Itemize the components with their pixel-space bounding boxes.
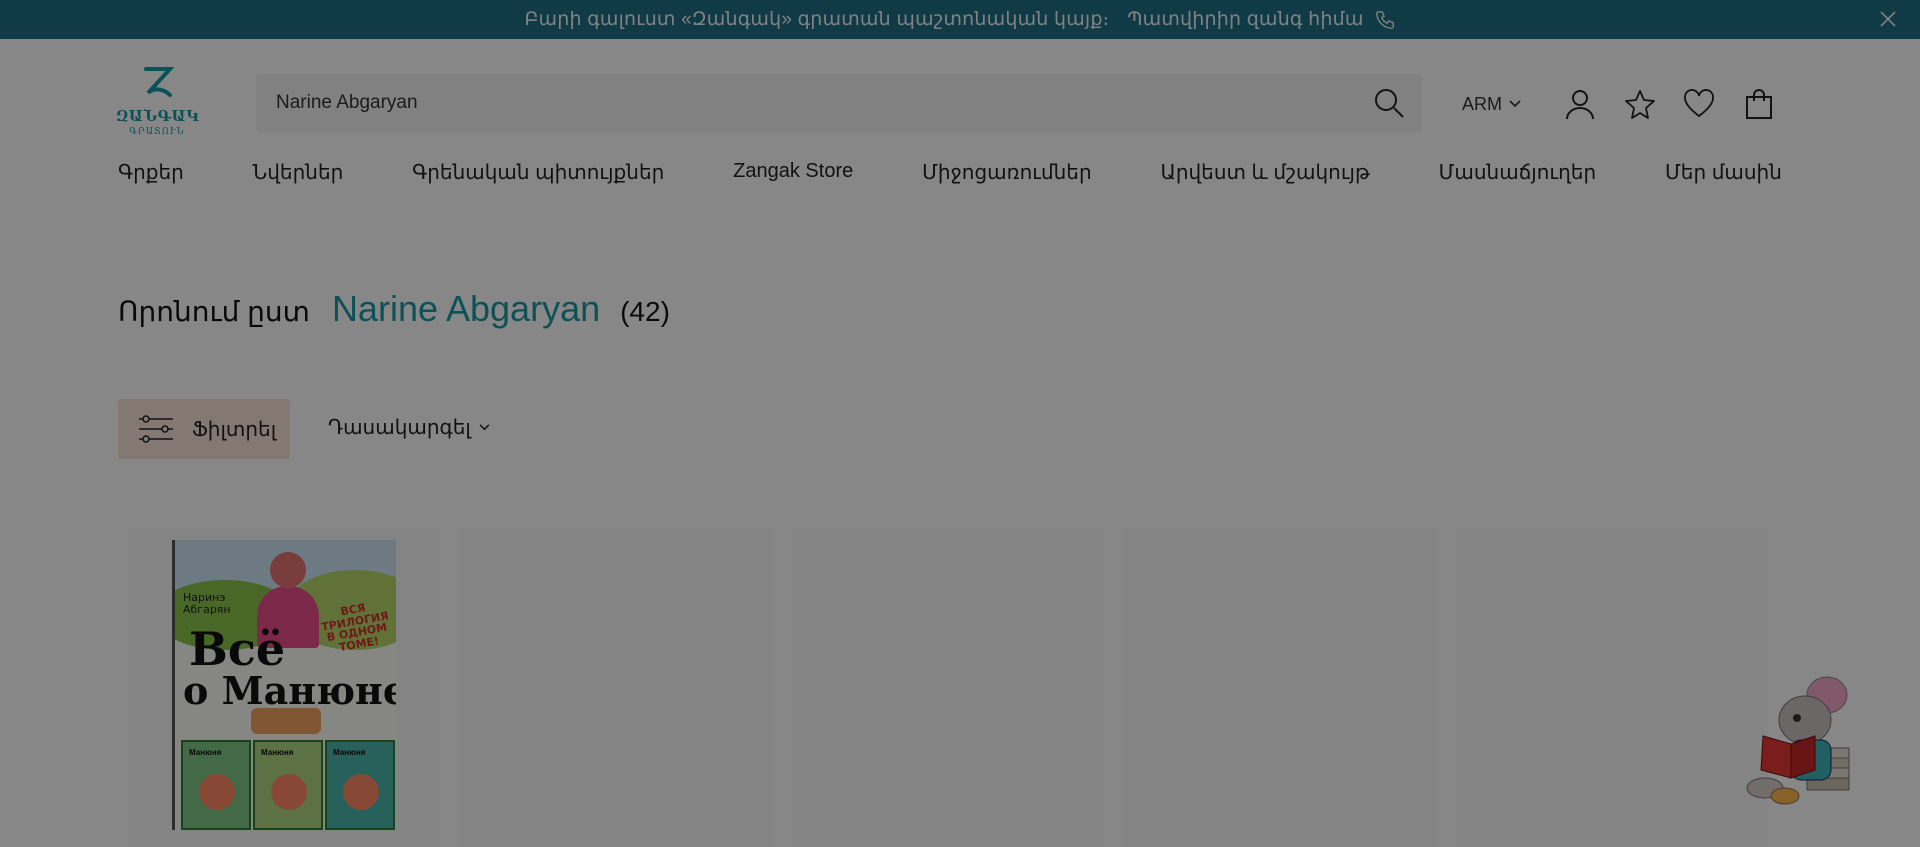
user-icon [1566, 90, 1594, 120]
cart-button[interactable] [1742, 87, 1776, 121]
shopping-bag-icon [1746, 89, 1772, 119]
cover-small-book-label: Манюня [261, 748, 294, 757]
cover-small-book: Манюня [181, 740, 251, 830]
logo-name: ԶԱՆԳԱԿ [116, 107, 200, 125]
nav-item-branches[interactable]: Մասնաճյուղեր [1439, 160, 1597, 190]
product-card-placeholder [1124, 528, 1436, 847]
chevron-down-icon [1509, 100, 1521, 108]
request-call-label: Պատվիրիր զանգ հիմա [1127, 9, 1364, 30]
nav-item-about[interactable]: Մեր մասին [1665, 160, 1782, 190]
results-query: Narine Abgaryan [331, 288, 601, 329]
nav-item-art-culture[interactable]: Արվեստ և մշակույթ [1161, 160, 1370, 190]
logo-subtitle: ԳՐԱՏՈՒՆ [129, 127, 185, 137]
nav-item-zangak-store[interactable]: Zangak Store [733, 160, 853, 190]
cover-small-book-label: Манюня [333, 748, 366, 757]
nav-item-events[interactable]: Միջոցառումներ [922, 160, 1092, 190]
search-bar [256, 74, 1422, 132]
nav-item-books[interactable]: Գրքեր [118, 160, 184, 190]
wishlist-button[interactable] [1682, 87, 1716, 121]
filter-label: Ֆիլտրել [192, 418, 277, 441]
book-cover[interactable]: Наринэ Абгарян ВСЯ ТРИЛОГИЯ В ОДНОМ ТОМЕ… [172, 540, 396, 830]
close-icon[interactable] [1878, 9, 1898, 29]
page: Բարի գալուստ «Զանգակ» գրատան պաշտոնական … [0, 0, 1920, 847]
results-label: Որոնում ըստ [118, 296, 310, 327]
mouse-reading-mascot-icon[interactable] [1735, 670, 1855, 810]
cover-small-book: Манюня [253, 740, 323, 830]
cover-cake [251, 708, 321, 734]
announcement-text: Բարի գալուստ «Զանգակ» գրատան պաշտոնական … [524, 9, 1110, 30]
cover-title-line-2: о Манюне [183, 668, 396, 713]
nav-item-gifts[interactable]: Նվերներ [253, 160, 344, 190]
results-count: (42) [620, 296, 670, 327]
heart-icon [1684, 89, 1714, 118]
language-label: ARM [1462, 93, 1502, 114]
product-card-placeholder [792, 528, 1104, 847]
filter-button[interactable]: Ֆիլտրել [118, 399, 290, 459]
product-card-placeholder [460, 528, 772, 847]
search-results-heading: Որոնում ըստ Narine Abgaryan (42) [118, 288, 670, 330]
logo-mark-icon [144, 67, 175, 97]
language-selector[interactable]: ARM [1462, 91, 1521, 117]
site-header: ԶԱՆԳԱԿ ԳՐԱՏՈՒՆ ARM [0, 39, 1920, 149]
logo[interactable]: ԶԱՆԳԱԿ ԳՐԱՏՈՒՆ [116, 65, 200, 145]
cover-small-book: Манюня [325, 740, 395, 830]
product-card[interactable]: Наринэ Абгарян ВСЯ ТРИЛОГИЯ В ОДНОМ ТОМЕ… [128, 528, 440, 847]
main-nav: Գրքեր Նվերներ Գրենական պիտույքներ Zangak… [118, 160, 1782, 190]
cover-girl-head [270, 552, 306, 588]
cover-author: Наринэ Абгарян [183, 591, 231, 617]
cover-small-book-label: Манюня [189, 748, 222, 757]
sliders-icon [139, 415, 173, 443]
announcement-bar: Բարի գալուստ «Զանգակ» գրատան պաշտոնական … [0, 0, 1920, 39]
sort-dropdown[interactable]: Դասակարգել [328, 415, 490, 440]
chevron-down-icon [479, 424, 490, 431]
star-icon [1625, 90, 1655, 119]
search-icon [1375, 89, 1404, 118]
phone-icon [1375, 10, 1394, 29]
search-input[interactable] [256, 74, 1356, 132]
cover-books: Манюня Манюня Манюня [181, 736, 395, 830]
favorites-star-button[interactable] [1623, 87, 1657, 121]
sort-label: Դասակարգել [328, 417, 471, 439]
account-button[interactable] [1563, 87, 1597, 121]
request-call-link[interactable]: Պատվիրիր զանգ հիմա [1127, 8, 1395, 31]
product-card-placeholder [1456, 528, 1768, 847]
search-button[interactable] [1356, 74, 1422, 132]
nav-item-stationery[interactable]: Գրենական պիտույքներ [412, 160, 664, 190]
